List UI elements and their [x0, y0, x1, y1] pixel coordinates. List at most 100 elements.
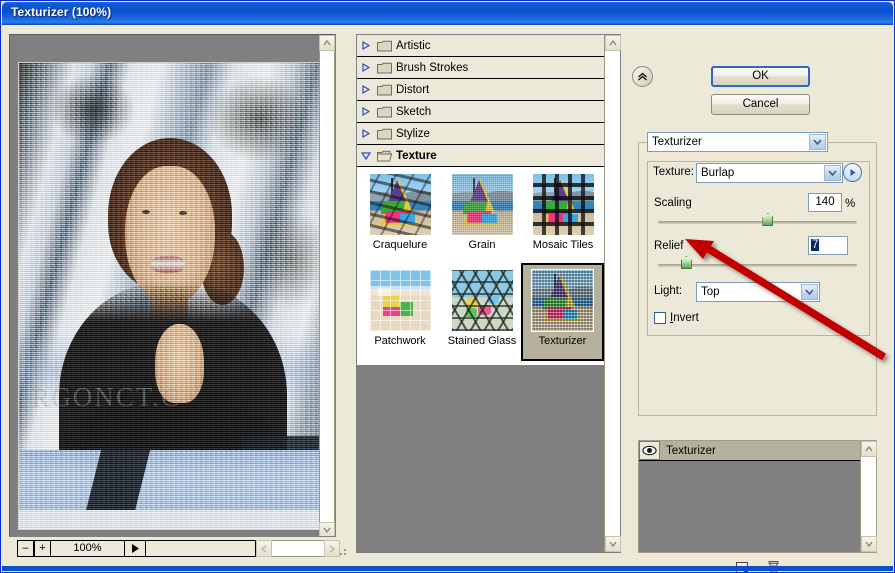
chevron-right-icon[interactable]	[357, 129, 375, 138]
filter-thumb-image	[368, 173, 432, 236]
filter-category-stylize[interactable]: Stylize	[357, 123, 605, 145]
filter-thumb-image	[368, 269, 432, 332]
dialog-client-area: RGONCT.C – + 100% Artistic Brush Strokes…	[2, 25, 893, 572]
filter-category-label: Brush Strokes	[396, 61, 469, 74]
open-folder-icon	[375, 150, 394, 162]
preview-frame[interactable]: RGONCT.C	[9, 34, 336, 537]
folder-icon	[375, 84, 394, 96]
preview-zoom-bar: – + 100%	[9, 540, 349, 557]
filter-empty-area	[357, 365, 605, 552]
preview-mouth	[151, 256, 186, 273]
filter-thumb-mosaic-tiles[interactable]: Mosaic Tiles	[523, 169, 603, 263]
filter-category-brush-strokes[interactable]: Brush Strokes	[357, 57, 605, 79]
preview-scroll-up-button[interactable]	[319, 35, 335, 51]
filter-thumb-patchwork[interactable]: Patchwork	[360, 265, 440, 359]
preview-panel: RGONCT.C – + 100%	[9, 34, 349, 557]
filter-category-artistic[interactable]: Artistic	[357, 35, 605, 57]
window-titlebar[interactable]: Texturizer (100%)	[2, 2, 893, 25]
light-dropdown[interactable]: Top	[696, 282, 820, 302]
chevron-right-icon[interactable]	[357, 63, 375, 72]
filter-category-sketch[interactable]: Sketch	[357, 101, 605, 123]
preview-eye-left	[142, 209, 151, 214]
filter-thumb-image	[531, 269, 594, 332]
preview-hands	[154, 323, 204, 404]
filter-thumb-image	[531, 173, 595, 236]
chevron-down-icon[interactable]	[801, 284, 818, 300]
relief-slider[interactable]	[658, 256, 857, 269]
zoom-in-button[interactable]: +	[34, 540, 51, 557]
light-label: Light:	[654, 285, 683, 297]
ok-button[interactable]: OK	[711, 66, 810, 87]
chevron-right-icon[interactable]	[357, 41, 375, 50]
filter-list-scrollbar[interactable]	[604, 35, 621, 552]
filter-thumb-image	[450, 173, 514, 236]
invert-checkbox[interactable]	[654, 312, 666, 324]
resize-grip[interactable]	[338, 547, 348, 557]
relief-label: Relief	[654, 240, 684, 252]
effect-layers-scrollbar[interactable]	[860, 441, 877, 552]
filter-thumb-label: Stained Glass	[447, 335, 517, 347]
chevron-down-icon[interactable]	[824, 165, 841, 181]
invert-label-rest: nvert	[673, 312, 699, 324]
filter-thumb-label: Texturizer	[538, 335, 587, 347]
effect-layer-row[interactable]: Texturizer	[639, 441, 861, 461]
invert-checkbox-row[interactable]: Invert	[654, 312, 699, 324]
filter-select-dropdown[interactable]: Texturizer	[647, 132, 828, 152]
effects-scroll-down-button[interactable]	[861, 536, 877, 552]
filter-category-label: Distort	[396, 83, 430, 96]
window-bottom-border	[2, 566, 893, 571]
preview-toggle-button[interactable]	[125, 540, 146, 557]
scaling-slider[interactable]	[658, 213, 857, 226]
eye-icon[interactable]	[639, 441, 660, 460]
scaling-unit-label: %	[845, 198, 856, 210]
preview-horizontal-scrollbar[interactable]	[256, 540, 340, 557]
zoom-out-button[interactable]: –	[17, 540, 34, 557]
effects-scroll-up-button[interactable]	[861, 441, 877, 457]
filter-thumbnail-grid: Craquelure Grain Mosaic Tiles Patchwork …	[357, 167, 605, 365]
chevron-down-icon[interactable]	[809, 134, 826, 150]
scaling-label: Scaling	[654, 197, 692, 209]
filter-thumb-label: Craquelure	[372, 239, 428, 251]
effect-layers-panel: Texturizer	[638, 440, 877, 553]
preview-scroll-left-button[interactable]	[256, 540, 272, 557]
texturizer-dialog: Texturizer (100%) RGONCT.C – + 100% Arti…	[0, 0, 895, 573]
light-value: Top	[701, 286, 720, 298]
filter-thumb-texturizer[interactable]: Texturizer	[521, 263, 604, 361]
filter-thumb-stained-glass[interactable]: Stained Glass	[442, 265, 522, 359]
filter-category-distort[interactable]: Distort	[357, 79, 605, 101]
load-texture-button[interactable]	[843, 163, 862, 182]
window-title: Texturizer (100%)	[11, 5, 112, 19]
texture-label: Texture:	[653, 166, 694, 178]
chevron-right-icon[interactable]	[357, 85, 375, 94]
zoom-level-label: 100%	[51, 540, 125, 557]
filter-scroll-down-button[interactable]	[605, 536, 621, 552]
filter-select-value: Texturizer	[652, 136, 702, 148]
chevron-right-icon[interactable]	[357, 107, 375, 116]
preview-bottom-edge	[19, 510, 327, 529]
filter-category-texture[interactable]: Texture	[357, 145, 605, 167]
filter-thumb-craquelure[interactable]: Craquelure	[360, 169, 440, 263]
preview-vertical-scrollbar[interactable]	[319, 35, 335, 536]
filter-thumb-label: Mosaic Tiles	[532, 239, 594, 251]
filter-thumb-label: Patchwork	[374, 335, 426, 347]
preview-table	[19, 449, 327, 515]
preview-image[interactable]: RGONCT.C	[18, 62, 328, 530]
preview-hscroll-left-area[interactable]	[146, 540, 256, 557]
preview-scroll-down-button[interactable]	[319, 522, 335, 536]
relief-value: 7	[811, 239, 820, 251]
cancel-button[interactable]: Cancel	[711, 94, 810, 115]
filter-category-list: Artistic Brush Strokes Distort Sketch St…	[357, 35, 605, 167]
collapse-panel-button[interactable]	[632, 66, 653, 87]
folder-icon	[375, 62, 394, 74]
folder-icon	[375, 106, 394, 118]
texture-dropdown[interactable]: Burlap	[696, 163, 843, 183]
scaling-input[interactable]: 140	[808, 193, 842, 212]
relief-input[interactable]: 7	[808, 236, 848, 255]
chevron-down-icon[interactable]	[357, 151, 375, 160]
filter-scroll-up-button[interactable]	[605, 35, 621, 51]
invert-label: Invert	[670, 312, 699, 324]
filter-category-label: Texture	[396, 149, 437, 162]
filter-thumb-grain[interactable]: Grain	[442, 169, 522, 263]
folder-icon	[375, 128, 394, 140]
filter-browser-panel: Artistic Brush Strokes Distort Sketch St…	[356, 34, 621, 553]
